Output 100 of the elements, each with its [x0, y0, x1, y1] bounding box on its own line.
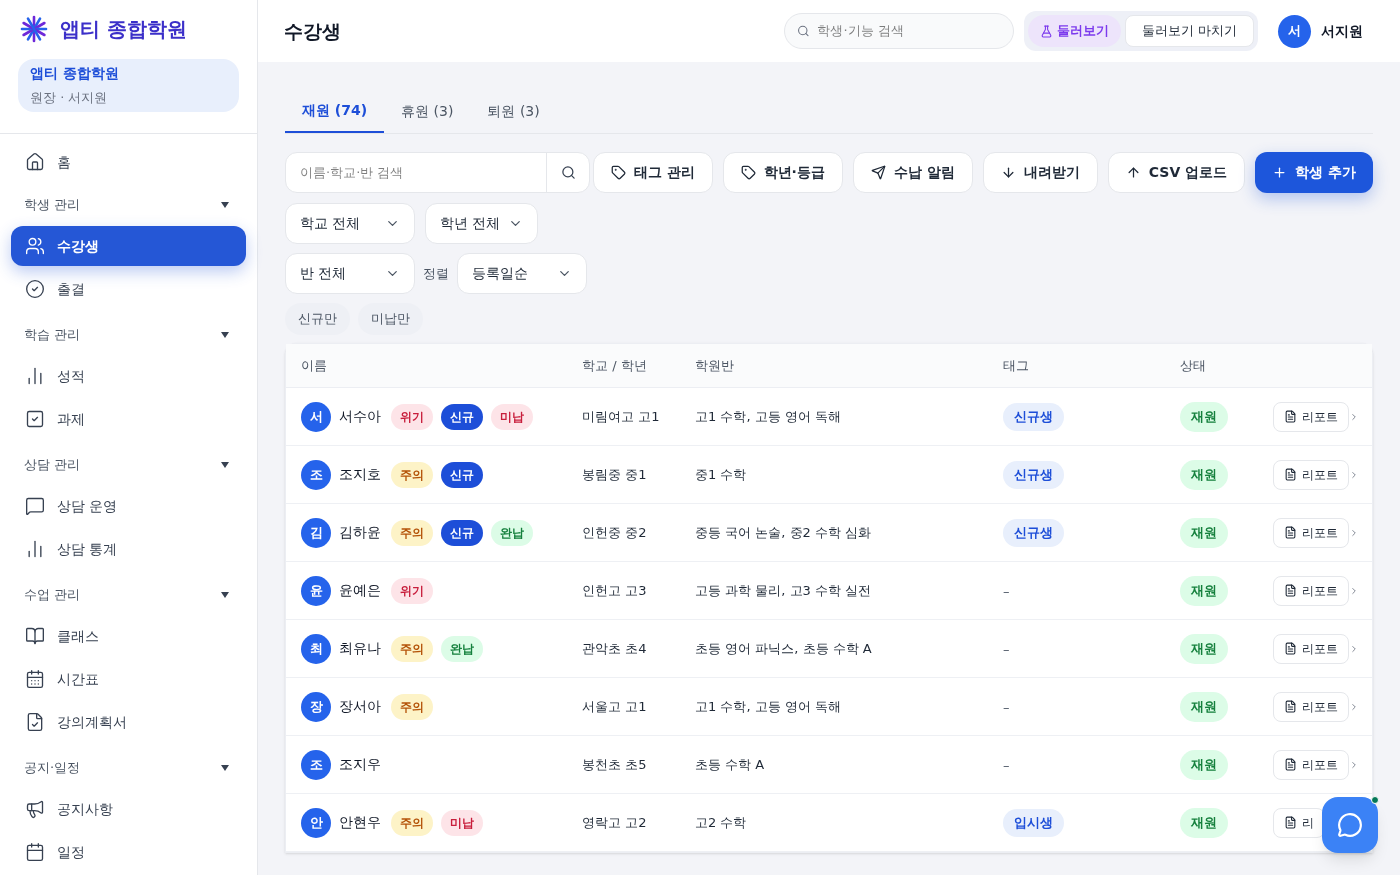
end-tour-button[interactable]: 둘러보기 마치기	[1124, 15, 1254, 47]
report-button[interactable]: 리포트	[1273, 691, 1349, 722]
tag-badge: 신규생	[1003, 518, 1064, 547]
student-name[interactable]: 최유나	[339, 638, 381, 659]
tag-badge: 입시생	[1003, 808, 1064, 837]
nav-item[interactable]: 성적	[11, 356, 246, 396]
student-name[interactable]: 조지우	[339, 754, 381, 775]
status-pill: 재원	[1180, 633, 1228, 664]
check-circle-icon	[25, 279, 45, 299]
filter-dropdown[interactable]: 학년 전체	[425, 203, 538, 244]
chevron-right-icon[interactable]	[1349, 759, 1359, 770]
document-icon	[1284, 758, 1297, 771]
student-search-box[interactable]: 이름·학교·반 검색	[285, 152, 590, 193]
brand-name: 앱티 종합학원	[60, 16, 187, 44]
student-search-field[interactable]: 이름·학교·반 검색	[286, 162, 546, 183]
status-badge: 신규	[441, 403, 483, 430]
nav-item[interactable]: 상담 운영	[11, 486, 246, 526]
table-cell-text: 인헌고 고3	[582, 581, 648, 600]
toolbar-button[interactable]: 학년·등급	[722, 152, 843, 193]
nav-item[interactable]: 출결	[11, 269, 246, 309]
toolbar-button[interactable]: 수납 알림	[852, 152, 973, 193]
student-name[interactable]: 서수아	[339, 406, 381, 427]
report-button[interactable]: 리포트	[1273, 401, 1349, 432]
tag-badge: 신규생	[1003, 460, 1064, 489]
search-icon	[796, 24, 810, 38]
chevron-right-icon[interactable]	[1349, 469, 1359, 480]
status-badge: 완납	[491, 519, 533, 546]
filter-chip[interactable]: 신규만	[285, 303, 350, 335]
sort-label: 정렬	[423, 264, 449, 283]
tab[interactable]: 재원 (74)	[285, 90, 385, 133]
chevron-right-icon[interactable]	[1349, 585, 1359, 596]
student-name[interactable]: 윤예은	[339, 580, 381, 601]
caret-icon[interactable]	[221, 462, 229, 468]
table-cell-text: 중1 수학	[695, 465, 748, 484]
section-title: 학생 관리	[24, 196, 81, 215]
column-header: 이름	[301, 356, 328, 375]
caret-icon[interactable]	[221, 765, 229, 771]
tag-icon	[610, 165, 626, 180]
toolbar-button[interactable]: 태그 관리	[592, 152, 713, 193]
student-avatar: 조	[301, 459, 331, 490]
search-icon[interactable]	[560, 165, 576, 180]
student-name[interactable]: 안현우	[339, 812, 381, 833]
chevron-right-icon[interactable]	[1349, 411, 1359, 422]
toolbar-button[interactable]: 내려받기	[982, 152, 1098, 193]
section-title: 수업 관리	[24, 586, 81, 605]
table-cell-text: 봉림중 중1	[582, 465, 648, 484]
toolbar-button[interactable]: 학생 추가	[1255, 152, 1373, 193]
tag-icon	[740, 165, 756, 180]
status-pill: 재원	[1180, 807, 1228, 838]
table-cell: –	[1003, 583, 1010, 599]
nav-item[interactable]: 공지사항	[11, 789, 246, 829]
student-name[interactable]: 조지호	[339, 464, 381, 485]
tour-button[interactable]: 둘러보기	[1027, 15, 1121, 47]
toolbar-button[interactable]: CSV 업로드	[1107, 152, 1246, 193]
nav-item[interactable]: 과제	[11, 399, 246, 439]
status-badge: 주의	[391, 635, 433, 662]
user-avatar[interactable]: 서	[1278, 14, 1311, 48]
filter-dropdown[interactable]: 반 전체	[285, 253, 415, 294]
status-pill: 재원	[1180, 749, 1228, 780]
filter-chip[interactable]: 미납만	[358, 303, 423, 335]
report-button[interactable]: 리포트	[1273, 459, 1349, 490]
status-badge: 미납	[441, 809, 483, 836]
table-cell-text: 영락고 고2	[582, 813, 648, 832]
caret-icon[interactable]	[221, 332, 229, 338]
global-search-field[interactable]: 학생·기능 검색	[817, 21, 1001, 41]
nav-item[interactable]: 클래스	[11, 616, 246, 656]
nav-item[interactable]: 강의계획서	[11, 702, 246, 742]
report-button[interactable]: 리포트	[1273, 517, 1349, 548]
status-badge: 신규	[441, 519, 483, 546]
document-icon	[1284, 410, 1297, 423]
report-button[interactable]: 리포트	[1273, 749, 1349, 780]
tab[interactable]: 휴원 (3)	[384, 90, 471, 133]
sort-dropdown[interactable]: 등록일순	[457, 253, 587, 294]
caret-icon[interactable]	[221, 592, 229, 598]
report-button[interactable]: 리	[1273, 807, 1325, 838]
nav-item[interactable]: 시간표	[11, 659, 246, 699]
chevron-right-icon[interactable]	[1349, 643, 1359, 654]
send-icon	[870, 165, 886, 180]
caret-icon[interactable]	[221, 202, 229, 208]
chevron-right-icon[interactable]	[1349, 701, 1359, 712]
nav-item[interactable]: 일정	[11, 832, 246, 872]
global-search-box[interactable]: 학생·기능 검색	[783, 13, 1014, 49]
nav-item[interactable]: 상담 통계	[11, 529, 246, 569]
chat-button[interactable]	[1322, 797, 1378, 853]
status-badge: 미납	[491, 403, 533, 430]
student-name[interactable]: 김하윤	[339, 522, 381, 543]
status-badge: 주의	[391, 693, 433, 720]
nav-item[interactable]: 홈	[11, 142, 246, 182]
student-name[interactable]: 장서아	[339, 696, 381, 717]
filter-dropdown[interactable]: 학교 전체	[285, 203, 415, 244]
report-button[interactable]: 리포트	[1273, 633, 1349, 664]
checkbox-icon	[25, 409, 45, 429]
status-pill: 재원	[1180, 575, 1228, 606]
chevron-right-icon[interactable]	[1349, 527, 1359, 538]
report-button[interactable]: 리포트	[1273, 575, 1349, 606]
status-pill: 재원	[1180, 691, 1228, 722]
user-name: 서지원	[1321, 21, 1363, 41]
tab[interactable]: 퇴원 (3)	[470, 90, 557, 133]
nav-item[interactable]: 수강생	[11, 226, 246, 266]
home-icon	[25, 152, 45, 172]
